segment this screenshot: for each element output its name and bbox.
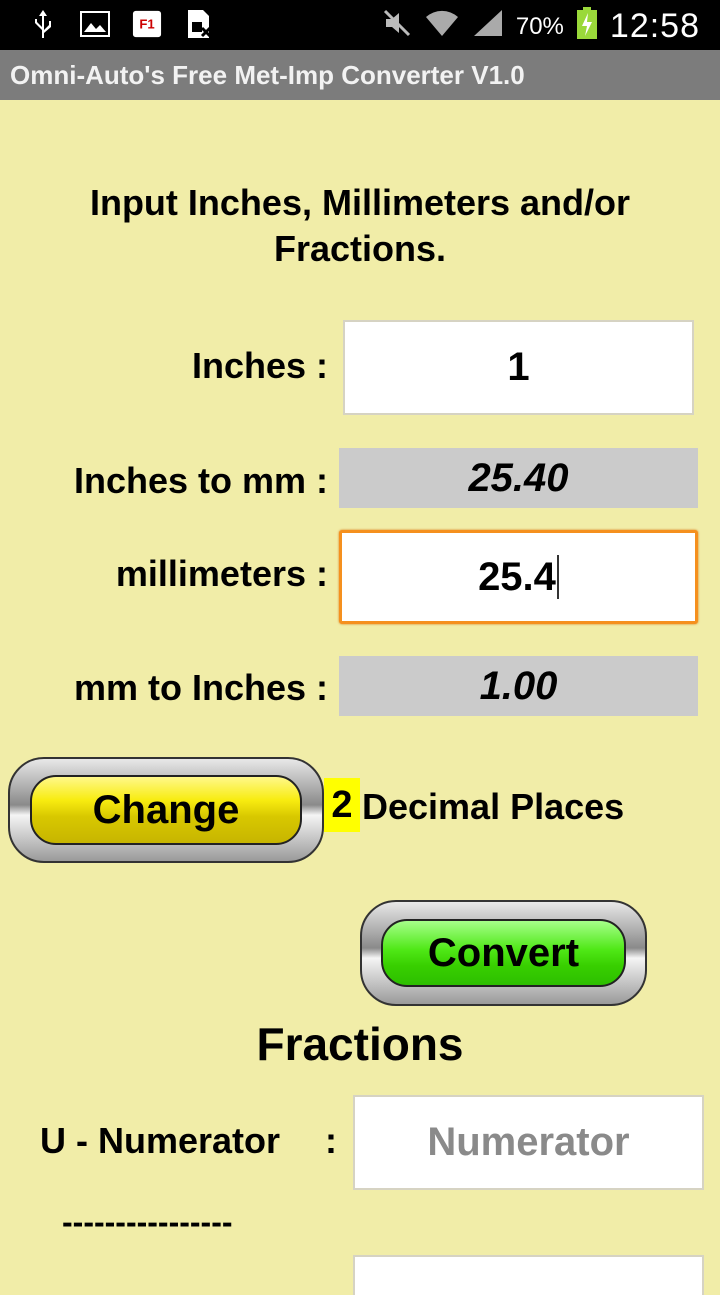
numerator-colon: : (325, 1120, 337, 1161)
inches-to-mm-label: Inches to mm : (73, 460, 328, 501)
change-button-face[interactable]: Change (30, 775, 302, 845)
millimeters-input[interactable]: 25.4 (339, 530, 698, 624)
fraction-divider: ---------------- (62, 1204, 233, 1240)
inches-to-mm-value: 25.40 (468, 455, 569, 500)
numerator-input[interactable]: Numerator (353, 1095, 704, 1190)
signal-icon (472, 8, 504, 45)
app-title: Omni-Auto's Free Met-Imp Converter V1.0 (10, 60, 525, 90)
decimal-places-count: 2 (324, 778, 360, 832)
usb-icon (28, 8, 58, 40)
battery-icon (576, 6, 598, 47)
clock: 12:58 (609, 7, 700, 45)
wifi-icon (424, 8, 460, 45)
decimal-places-label: Decimal Places (362, 786, 625, 827)
convert-button-label: Convert (427, 930, 580, 975)
numerator-placeholder: Numerator (427, 1120, 630, 1164)
millimeters-input-value: 25.4 (478, 554, 556, 599)
convert-button[interactable]: Convert (360, 900, 647, 1006)
app-title-bar: Omni-Auto's Free Met-Imp Converter V1.0 (0, 50, 720, 100)
instructions-heading-line2: Fractions. (273, 228, 447, 269)
inches-label: Inches : (191, 345, 328, 386)
change-button[interactable]: Change (8, 757, 324, 863)
mute-icon (382, 8, 412, 45)
inches-to-mm-result: 25.40 (339, 448, 698, 508)
millimeters-label: millimeters : (115, 553, 328, 594)
change-button-label: Change (92, 787, 240, 832)
instructions-heading-line1: Input Inches, Millimeters and/or (89, 182, 631, 223)
numerator-label: U - Numerator (40, 1120, 281, 1161)
mm-to-inches-value: 1.00 (479, 663, 558, 708)
convert-button-face[interactable]: Convert (381, 919, 626, 987)
mm-to-inches-label: mm to Inches : (73, 667, 328, 708)
status-bar: F1 70% 12:58 (0, 0, 720, 50)
image-icon (80, 8, 110, 40)
inches-input-value: 1 (507, 345, 530, 389)
inches-input[interactable]: 1 (343, 320, 694, 415)
mm-to-inches-result: 1.00 (339, 656, 698, 716)
sim-icon (184, 8, 214, 40)
f1-app-icon: F1 (132, 8, 162, 40)
svg-text:F1: F1 (139, 17, 154, 32)
text-cursor (556, 555, 559, 599)
denominator-input[interactable] (353, 1255, 704, 1295)
fractions-title: Fractions (256, 1018, 464, 1070)
battery-percent: 70% (515, 12, 564, 40)
